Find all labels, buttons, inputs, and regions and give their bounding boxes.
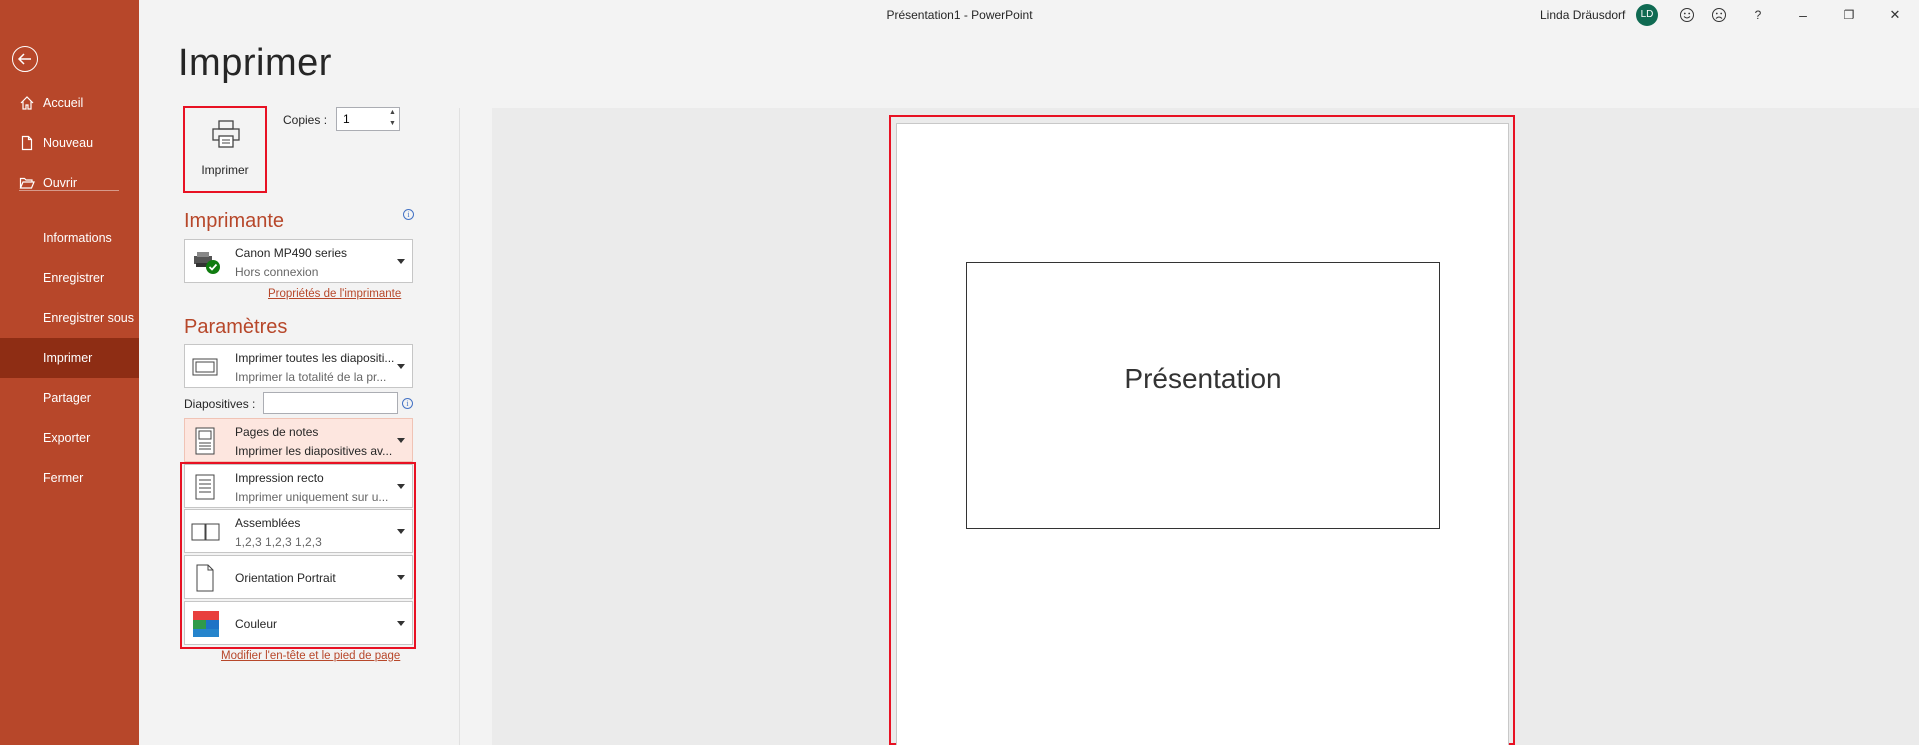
- window-title: Présentation1 - PowerPoint: [886, 8, 1033, 22]
- back-arrow-icon[interactable]: [12, 46, 38, 72]
- copies-label: Copies :: [283, 113, 328, 127]
- header-footer-link[interactable]: Modifier l'en-tête et le pied de page: [221, 650, 400, 662]
- highlighted-settings-group: [180, 462, 416, 649]
- printer-icon: [212, 120, 240, 148]
- new-document-icon: [19, 135, 35, 151]
- printer-properties-link[interactable]: Propriétés de l'imprimante: [268, 288, 401, 300]
- sidebar-item-exporter[interactable]: Exporter: [0, 418, 139, 458]
- printer-name: Canon MP490 series: [235, 246, 348, 260]
- print-button-label: Imprimer: [201, 163, 249, 177]
- notes-page-icon: [191, 427, 219, 455]
- caret-down-icon: [397, 259, 405, 264]
- sidebar-item-label: Enregistrer: [43, 271, 105, 285]
- sidebar-item-ouvrir[interactable]: Ouvrir: [0, 163, 139, 203]
- caret-down-icon: [397, 438, 405, 443]
- sidebar-item-label: Partager: [43, 391, 91, 405]
- sidebar-item-label: Imprimer: [43, 351, 93, 365]
- slides-range-subtitle: Imprimer la totalité de la pr...: [235, 370, 387, 384]
- sidebar-item-nouveau[interactable]: Nouveau: [0, 123, 139, 163]
- sidebar-item-label: Enregistrer sous: [43, 311, 135, 325]
- sidebar-item-enregistrer[interactable]: Enregistrer: [0, 258, 139, 298]
- layout-subtitle: Imprimer les diapositives av...: [235, 444, 393, 458]
- avatar[interactable]: LD: [1636, 4, 1658, 26]
- printer-dropdown[interactable]: Canon MP490 series Hors connexion: [184, 239, 413, 283]
- help-icon[interactable]: ?: [1747, 4, 1769, 26]
- sidebar-item-accueil[interactable]: Accueil: [0, 83, 139, 123]
- slides-input[interactable]: [263, 392, 398, 414]
- minimize-icon[interactable]: –: [1792, 4, 1814, 26]
- user-name[interactable]: Linda Dräusdorf: [1540, 8, 1625, 22]
- info-icon[interactable]: i: [402, 398, 413, 409]
- sidebar-item-label: Accueil: [43, 96, 84, 110]
- frown-icon[interactable]: [1708, 4, 1730, 26]
- slides-range-dropdown[interactable]: Imprimer toutes les diapositi... Imprime…: [184, 344, 413, 388]
- sidebar-divider: [19, 190, 119, 191]
- home-icon: [19, 95, 35, 111]
- caret-down-icon: [397, 364, 405, 369]
- layout-dropdown[interactable]: Pages de notes Imprimer les diapositives…: [184, 418, 413, 462]
- chevron-down-icon[interactable]: ▼: [385, 118, 400, 129]
- backstage-sidebar: Accueil Nouveau Ouvrir Informations Enre…: [0, 0, 139, 745]
- settings-heading: Paramètres: [184, 316, 288, 338]
- sidebar-item-partager[interactable]: Partager: [0, 378, 139, 418]
- copies-spin-buttons[interactable]: ▲ ▼: [385, 107, 400, 131]
- chevron-up-icon[interactable]: ▲: [385, 107, 400, 118]
- panel-divider: [459, 108, 460, 745]
- printer-heading: Imprimante: [184, 210, 285, 232]
- smiley-icon[interactable]: [1676, 4, 1698, 26]
- slides-label: Diapositives :: [184, 397, 256, 411]
- page-title: Imprimer: [178, 42, 332, 84]
- sidebar-item-label: Nouveau: [43, 136, 94, 150]
- restore-icon[interactable]: ❐: [1838, 4, 1860, 26]
- sidebar-item-label: Fermer: [43, 471, 84, 485]
- close-icon[interactable]: ✕: [1884, 4, 1906, 26]
- print-button[interactable]: Imprimer: [183, 106, 267, 193]
- printer-status: Hors connexion: [235, 265, 319, 279]
- info-icon[interactable]: i: [403, 209, 414, 220]
- sidebar-item-label: Exporter: [43, 431, 91, 445]
- sidebar-item-label: Ouvrir: [43, 176, 78, 190]
- sidebar-item-label: Informations: [43, 231, 112, 245]
- all-slides-icon: [191, 353, 219, 381]
- sidebar-item-enregistrer-sous[interactable]: Enregistrer sous: [0, 298, 139, 338]
- printer-status-icon: [191, 248, 220, 276]
- slides-range-title: Imprimer toutes les diapositi...: [235, 351, 395, 365]
- sidebar-item-fermer[interactable]: Fermer: [0, 458, 139, 498]
- layout-title: Pages de notes: [235, 425, 319, 439]
- slide-title: Présentation: [1124, 363, 1282, 394]
- folder-open-icon: [19, 175, 35, 191]
- slide-thumbnail: Présentation: [966, 262, 1440, 529]
- sidebar-item-informations[interactable]: Informations: [0, 218, 139, 258]
- sidebar-item-imprimer[interactable]: Imprimer: [0, 338, 139, 378]
